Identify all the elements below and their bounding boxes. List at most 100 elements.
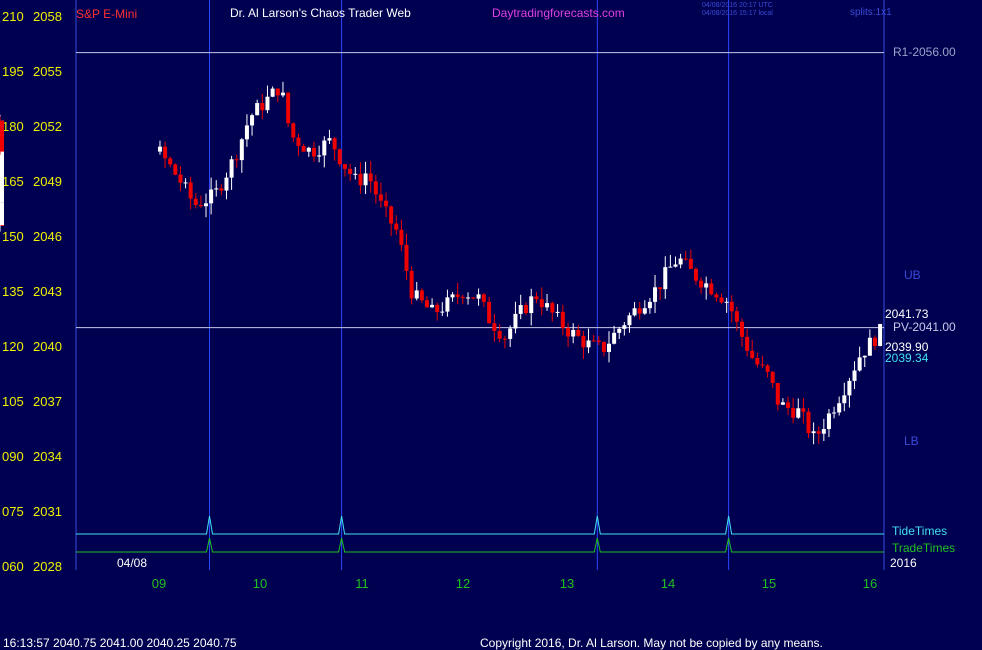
candle-body xyxy=(250,115,255,126)
y-tick-price: 2049 xyxy=(33,174,62,189)
candle-body xyxy=(852,370,857,381)
site-link[interactable]: Daytradingforecasts.com xyxy=(492,6,625,20)
candle-body xyxy=(440,311,445,313)
candle-body xyxy=(460,296,465,299)
y-tick-left: 135 xyxy=(2,284,24,299)
candle-body xyxy=(239,139,244,161)
chart-title: Dr. Al Larson's Chaos Trader Web xyxy=(230,6,411,20)
candle-body xyxy=(306,147,311,152)
candle-body xyxy=(857,357,862,371)
x-tick-label: 11 xyxy=(355,576,369,591)
candle-body xyxy=(384,200,389,207)
candle-body xyxy=(363,173,368,186)
upper-band-label: UB xyxy=(904,268,921,282)
x-tick-label: 10 xyxy=(253,576,267,591)
candle-body xyxy=(280,92,285,96)
candle-body xyxy=(435,304,440,313)
y-tick-left: 075 xyxy=(2,504,24,519)
candle-body xyxy=(168,158,173,165)
price-chart: 210 2058 195 2055 180 2052 165 2049 150 2046 135 20… xyxy=(0,0,885,591)
candle-body xyxy=(353,173,358,175)
candle-body xyxy=(821,429,826,434)
pv-level-label: PV-2041.00 xyxy=(893,320,956,334)
candle-body xyxy=(445,297,450,312)
splits-label: splits:1x1 xyxy=(850,7,892,18)
candle-body xyxy=(734,311,739,322)
lower-band-label: LB xyxy=(904,434,919,448)
candle-body xyxy=(581,335,586,348)
candle-body xyxy=(867,337,872,356)
candle-body xyxy=(837,403,842,413)
y-tick-left: 165 xyxy=(2,174,24,189)
candle-body xyxy=(709,283,714,295)
candle-body xyxy=(513,313,518,329)
y-tick-price: 2058 xyxy=(33,9,62,24)
candle-body xyxy=(622,325,627,329)
tidetimes-line xyxy=(76,515,884,535)
candle-body xyxy=(471,297,476,299)
candle-body xyxy=(642,308,647,314)
candle-body xyxy=(317,155,322,157)
candle-body xyxy=(571,329,576,337)
candle-body xyxy=(332,138,337,150)
candle-body xyxy=(270,88,275,97)
candle-body xyxy=(0,162,4,179)
copyright-notice: Copyright 2016, Dr. Al Larson. May not b… xyxy=(480,636,823,650)
timestamp-local: 04/08/2016 15:17 local xyxy=(702,10,773,17)
candle-body xyxy=(545,303,550,308)
candle-body xyxy=(455,294,460,297)
candle-body xyxy=(414,290,419,299)
candle-body xyxy=(286,92,291,124)
tradetimes-line xyxy=(76,537,884,553)
candle-body xyxy=(518,305,523,314)
candle-body xyxy=(476,294,481,299)
ema-mid-value-label: 2039.34 xyxy=(885,351,929,365)
candle-body xyxy=(173,164,178,175)
candle-body xyxy=(826,413,831,430)
candle-body xyxy=(0,126,4,132)
candle-body xyxy=(523,305,528,314)
candle-body xyxy=(327,138,332,141)
candle-body xyxy=(750,350,755,358)
x-tick-label: 15 xyxy=(762,576,776,591)
candle-body xyxy=(219,188,224,191)
y-tick-price: 2028 xyxy=(33,559,62,574)
candle-body xyxy=(430,304,435,308)
candle-body xyxy=(683,258,688,260)
y-tick-price: 2037 xyxy=(33,394,62,409)
candle-body xyxy=(724,301,729,303)
candle-body xyxy=(658,287,663,290)
candle-body xyxy=(606,343,611,352)
candle-body xyxy=(653,287,658,302)
candle-body xyxy=(198,204,203,207)
candle-body xyxy=(260,103,265,111)
candle-body xyxy=(466,297,471,299)
candle-body xyxy=(450,294,455,298)
candle-body xyxy=(780,402,785,405)
candle-body xyxy=(534,296,539,300)
candle-body xyxy=(576,329,581,336)
candle-body xyxy=(739,321,744,337)
candle-body xyxy=(862,355,867,358)
candle-body xyxy=(699,280,704,288)
candle-body xyxy=(404,244,409,271)
candle-body xyxy=(163,146,168,159)
candle-body xyxy=(745,336,750,351)
candle-body xyxy=(301,145,306,152)
candle-body xyxy=(178,174,183,183)
candle-body xyxy=(627,315,632,326)
candle-body xyxy=(508,328,513,339)
candle-body xyxy=(632,308,637,316)
candle-body xyxy=(688,258,693,269)
candle-body xyxy=(492,323,497,331)
y-tick-left: 150 xyxy=(2,229,24,244)
candle-body xyxy=(801,408,806,412)
candle-body xyxy=(481,294,486,302)
candle-body xyxy=(229,159,234,178)
candle-body xyxy=(209,189,214,204)
candle-body xyxy=(234,159,239,161)
candle-body xyxy=(847,380,852,396)
x-tick-label: 16 xyxy=(863,576,877,591)
candle-body xyxy=(550,303,555,313)
candle-body xyxy=(796,408,801,418)
